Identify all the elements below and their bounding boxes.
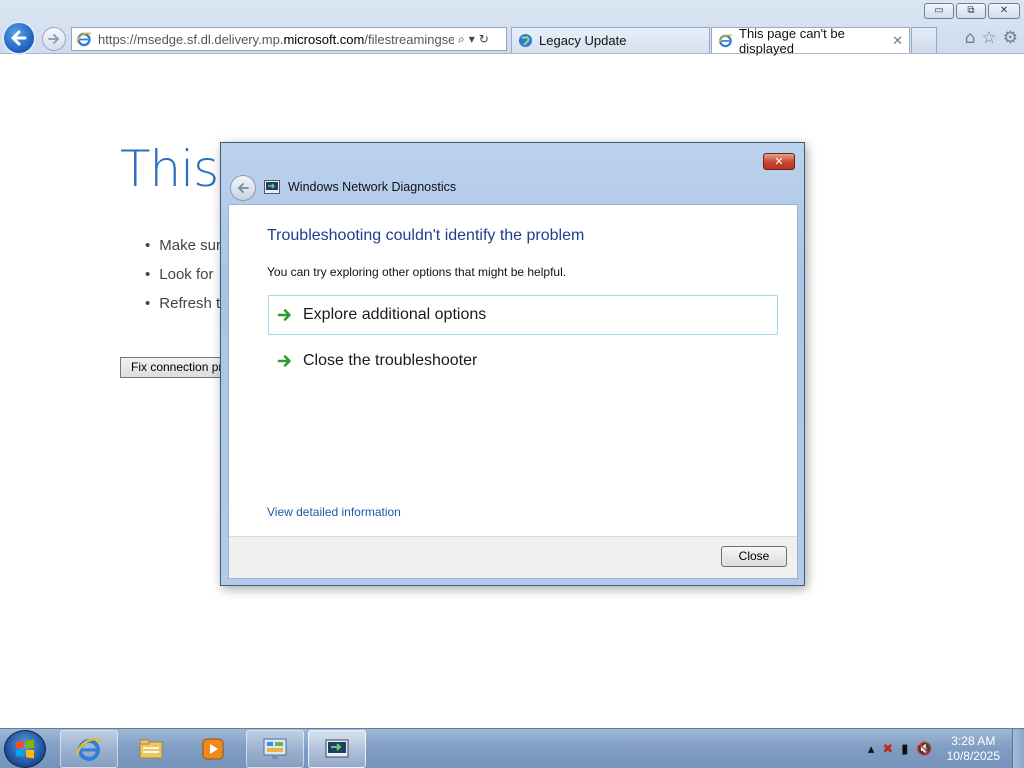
green-arrow-icon [277, 355, 291, 367]
list-item: Make sur [145, 236, 221, 265]
ie-icon [76, 32, 92, 47]
ie-icon [75, 738, 102, 761]
window-controls: ▭ ⧉ ✕ [924, 3, 1020, 19]
network-diagnostics-icon [264, 180, 280, 194]
back-arrow-icon [237, 183, 249, 193]
forward-button[interactable] [42, 27, 66, 51]
back-button[interactable] [2, 21, 36, 55]
taskbar-file-explorer[interactable] [122, 730, 180, 768]
system-tray: ▴ ✖ ▮ 🔇 3:28 AM 10/8/2025 [868, 729, 1024, 768]
start-button[interactable] [4, 730, 46, 768]
taskbar-media-player[interactable] [184, 730, 242, 768]
tab-legacy-update[interactable]: Legacy Update [511, 27, 710, 53]
address-bar-icons: ⌕ ▾ ↻ [458, 32, 489, 47]
clock[interactable]: 3:28 AM 10/8/2025 [947, 734, 1000, 764]
list-item: Look for [145, 265, 221, 294]
close-tab-icon[interactable]: ✕ [892, 33, 903, 49]
clock-date: 10/8/2025 [946, 749, 1000, 763]
dialog-title: Windows Network Diagnostics [288, 180, 457, 194]
view-detailed-information-link[interactable]: View detailed information [267, 505, 401, 519]
browser-chrome: ▭ ⧉ ✕ https://msedge.sf.dl.delivery.mp.m… [0, 0, 1024, 56]
power-icon[interactable]: ▮ [901, 742, 908, 757]
restore-button[interactable]: ⧉ [956, 3, 986, 19]
show-desktop-button[interactable] [1012, 729, 1024, 768]
control-panel-icon [263, 738, 287, 759]
url-domain: microsoft.com [283, 31, 365, 47]
tab-label: This page can't be displayed [739, 25, 845, 56]
dialog-heading: Troubleshooting couldn't identify the pr… [267, 227, 585, 244]
option-label: Explore additional options [303, 306, 487, 323]
taskbar: ▴ ✖ ▮ 🔇 3:28 AM 10/8/2025 [0, 728, 1024, 768]
favorites-icon[interactable]: ☆ [982, 29, 997, 47]
close-icon: ✕ [999, 5, 1009, 16]
list-item: Refresh t [145, 294, 221, 323]
new-tab-button[interactable] [911, 27, 937, 53]
network-error-icon[interactable]: ✖ [882, 742, 893, 757]
close-window-button[interactable]: ✕ [988, 3, 1020, 19]
url-text[interactable]: https://msedge.sf.dl.delivery.mp.microso… [98, 32, 454, 47]
home-icon[interactable]: ⌂ [965, 29, 976, 47]
windows-logo-icon [16, 739, 34, 759]
taskbar-control-panel[interactable] [246, 730, 304, 768]
folder-icon [139, 739, 163, 759]
tab-label: Legacy Update [539, 33, 627, 48]
chevron-down-icon[interactable]: ▾ [469, 32, 475, 46]
page-title: This [120, 140, 219, 198]
network-diagnostics-icon [325, 739, 349, 758]
refresh-icon[interactable]: ↻ [479, 32, 489, 46]
clock-time: 3:28 AM [951, 734, 996, 748]
minimize-icon: ▭ [934, 5, 944, 16]
globe-icon [518, 33, 533, 48]
forward-arrow-icon [48, 34, 60, 44]
green-arrow-icon [277, 309, 291, 321]
taskbar-network-diagnostics[interactable] [308, 730, 366, 768]
media-player-icon [202, 738, 224, 760]
suggestions-list: Make sur Look for Refresh t [145, 236, 221, 323]
search-icon[interactable]: ⌕ [458, 32, 465, 47]
explore-additional-options-link[interactable]: Explore additional options [268, 295, 778, 335]
option-label: Close the troubleshooter [303, 352, 478, 369]
dialog-back-button[interactable] [230, 175, 256, 201]
network-diagnostics-dialog: ✕ Windows Network Diagnostics Troublesho… [220, 142, 805, 586]
close-button[interactable]: Close [721, 546, 787, 567]
volume-muted-icon[interactable]: 🔇 [916, 742, 932, 757]
dialog-footer: Close [229, 536, 797, 578]
tab-page-cant-display[interactable]: This page can't be displayed ✕ [711, 25, 910, 56]
taskbar-internet-explorer[interactable] [60, 730, 118, 768]
restore-icon: ⧉ [967, 5, 975, 16]
show-hidden-icons-icon[interactable]: ▴ [868, 742, 875, 757]
ie-icon [718, 34, 733, 48]
url-prefix: https://msedge.sf.dl.delivery.mp. [98, 31, 284, 47]
browser-tools: ⌂ ☆ ⚙ [965, 29, 1018, 47]
back-arrow-icon [11, 30, 27, 46]
close-icon: ✕ [774, 155, 784, 168]
address-bar[interactable]: https://msedge.sf.dl.delivery.mp.microso… [71, 27, 507, 51]
minimize-button[interactable]: ▭ [924, 3, 954, 19]
dialog-close-button[interactable]: ✕ [763, 153, 795, 170]
url-suffix: /filestreamingservic [364, 31, 454, 47]
dialog-subtext: You can try exploring other options that… [267, 265, 567, 279]
gear-icon[interactable]: ⚙ [1003, 29, 1018, 47]
close-troubleshooter-link[interactable]: Close the troubleshooter [268, 341, 778, 381]
dialog-body: Troubleshooting couldn't identify the pr… [228, 204, 798, 579]
